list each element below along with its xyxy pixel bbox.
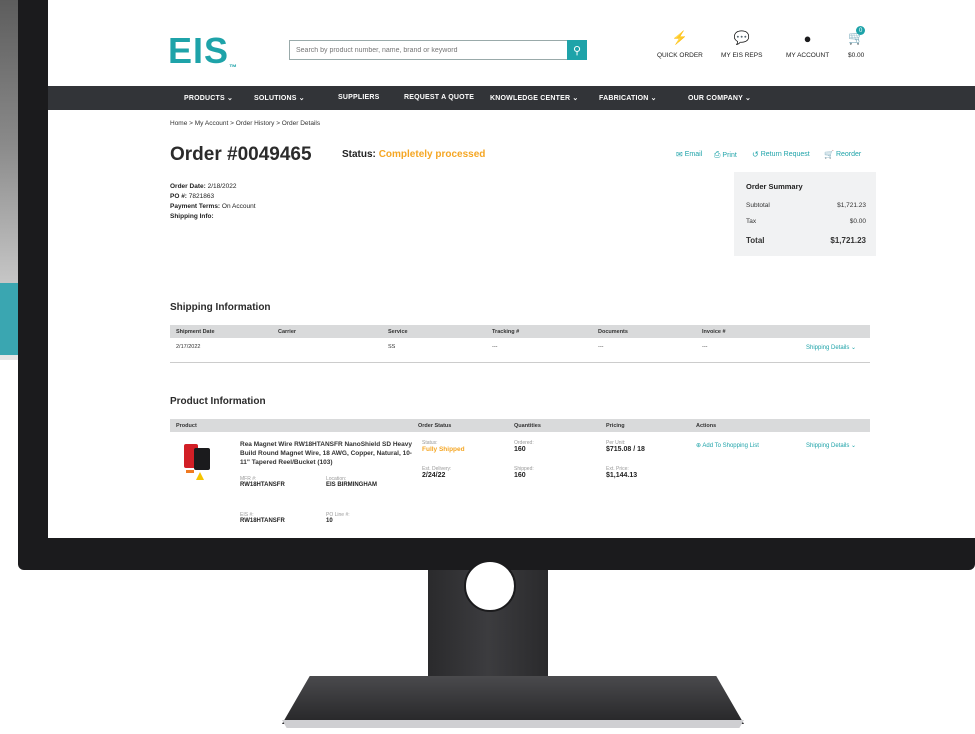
page-title: Order #0049465 <box>170 144 312 165</box>
product-shipping-details-link[interactable]: Shipping Details ⌄ <box>806 442 856 449</box>
print-button[interactable]: ⎙ Print <box>714 150 737 160</box>
product-table-header: Product Order Status Quantities Pricing … <box>170 419 870 432</box>
chat-icon: 💬 <box>733 30 750 45</box>
add-to-shopping-list-button[interactable]: ⊕ Add To Shopping List <box>696 442 759 449</box>
eis-number: EIS #: RW18HTANSFR <box>240 512 285 524</box>
shipping-table-header: Shipment Date Carrier Service Tracking #… <box>170 325 870 338</box>
cart-button[interactable]: 🛒 0 $0.00 <box>848 26 866 59</box>
plus-circle-icon: ⊕ <box>696 443 702 449</box>
site-header: EIS™ ⚲ ⚡ QUICK ORDER 💬 MY EIS REPS ● MY … <box>48 0 975 86</box>
ext-price: Ext. Price: $1,144.13 <box>606 466 638 479</box>
cart-icon: 🛒 0 <box>848 26 866 45</box>
search-input[interactable] <box>290 45 568 55</box>
print-icon: ⎙ <box>714 150 721 159</box>
product-section-title: Product Information <box>170 396 266 407</box>
monitor-stand-edge <box>282 720 744 728</box>
return-request-button[interactable]: ↺ Return Request <box>752 150 810 159</box>
status-value: Completely processed <box>378 149 486 160</box>
email-button[interactable]: ✉ Email <box>676 150 702 159</box>
main-nav: PRODUCTS ⌄ SOLUTIONS ⌄ SUPPLIERS REQUEST… <box>48 86 975 110</box>
shipped-qty: Shipped: 160 <box>514 466 534 479</box>
return-icon: ↺ <box>752 150 759 159</box>
order-summary: Order Summary Subtotal $1,721.23 Tax $0.00… <box>734 172 876 256</box>
product-name[interactable]: Rea Magnet Wire RW18HTANSFR NanoShield S… <box>240 440 420 467</box>
ordered-qty: Ordered: 160 <box>514 440 534 453</box>
quick-order-button[interactable]: ⚡ QUICK ORDER <box>657 30 703 59</box>
nav-fabrication[interactable]: FABRICATION ⌄ <box>599 94 657 102</box>
my-account-button[interactable]: ● MY ACCOUNT <box>786 30 829 60</box>
cart-icon: 🛒 <box>824 150 834 159</box>
quick-order-icon: ⚡ <box>671 30 689 45</box>
email-icon: ✉ <box>676 150 683 159</box>
cart-count-badge: 0 <box>856 26 866 35</box>
location: Location: EIS BIRMINGHAM <box>326 476 377 488</box>
screen: EIS™ ⚲ ⚡ QUICK ORDER 💬 MY EIS REPS ● MY … <box>48 0 975 538</box>
my-eis-reps-button[interactable]: 💬 MY EIS REPS <box>721 30 762 59</box>
per-unit-price: Per Unit: $715.08 / 18 <box>606 440 645 453</box>
divider <box>170 362 870 363</box>
po-line: PO Line #: 10 <box>326 512 350 524</box>
order-meta: Order Date: 2/18/2022 PO #: 7821863 Paym… <box>170 183 256 220</box>
search-icon[interactable]: ⚲ <box>567 40 587 60</box>
breadcrumb[interactable]: Home > My Account > Order History > Orde… <box>170 120 320 127</box>
eis-logo[interactable]: EIS™ <box>168 30 238 72</box>
monitor-stand-base <box>282 676 744 724</box>
nav-knowledge-center[interactable]: KNOWLEDGE CENTER ⌄ <box>490 94 578 102</box>
stand-cable-hole <box>464 560 516 612</box>
reorder-button[interactable]: 🛒 Reorder <box>824 150 861 159</box>
nav-request-quote[interactable]: REQUEST A QUOTE <box>404 94 474 101</box>
nav-solutions[interactable]: SOLUTIONS ⌄ <box>254 94 305 102</box>
monitor-frame: EIS™ ⚲ ⚡ QUICK ORDER 💬 MY EIS REPS ● MY … <box>18 0 975 570</box>
order-status-cell: Status: Fully Shipped <box>422 440 465 453</box>
order-status: Status: Completely processed <box>342 149 486 160</box>
mfr-number: MFR #: RW18HTANSFR <box>240 476 285 488</box>
nav-suppliers[interactable]: SUPPLIERS <box>338 94 379 101</box>
product-image[interactable] <box>182 440 214 480</box>
search-bar: ⚲ <box>289 40 587 60</box>
background-accent <box>0 283 18 355</box>
user-icon: ● <box>803 30 812 46</box>
est-delivery: Est. Delivery: 2/24/22 <box>422 466 452 479</box>
nav-products[interactable]: PRODUCTS ⌄ <box>184 94 233 102</box>
nav-our-company[interactable]: OUR COMPANY ⌄ <box>688 94 751 102</box>
shipping-details-link[interactable]: Shipping Details ⌄ <box>806 344 856 351</box>
shipping-section-title: Shipping Information <box>170 302 271 313</box>
